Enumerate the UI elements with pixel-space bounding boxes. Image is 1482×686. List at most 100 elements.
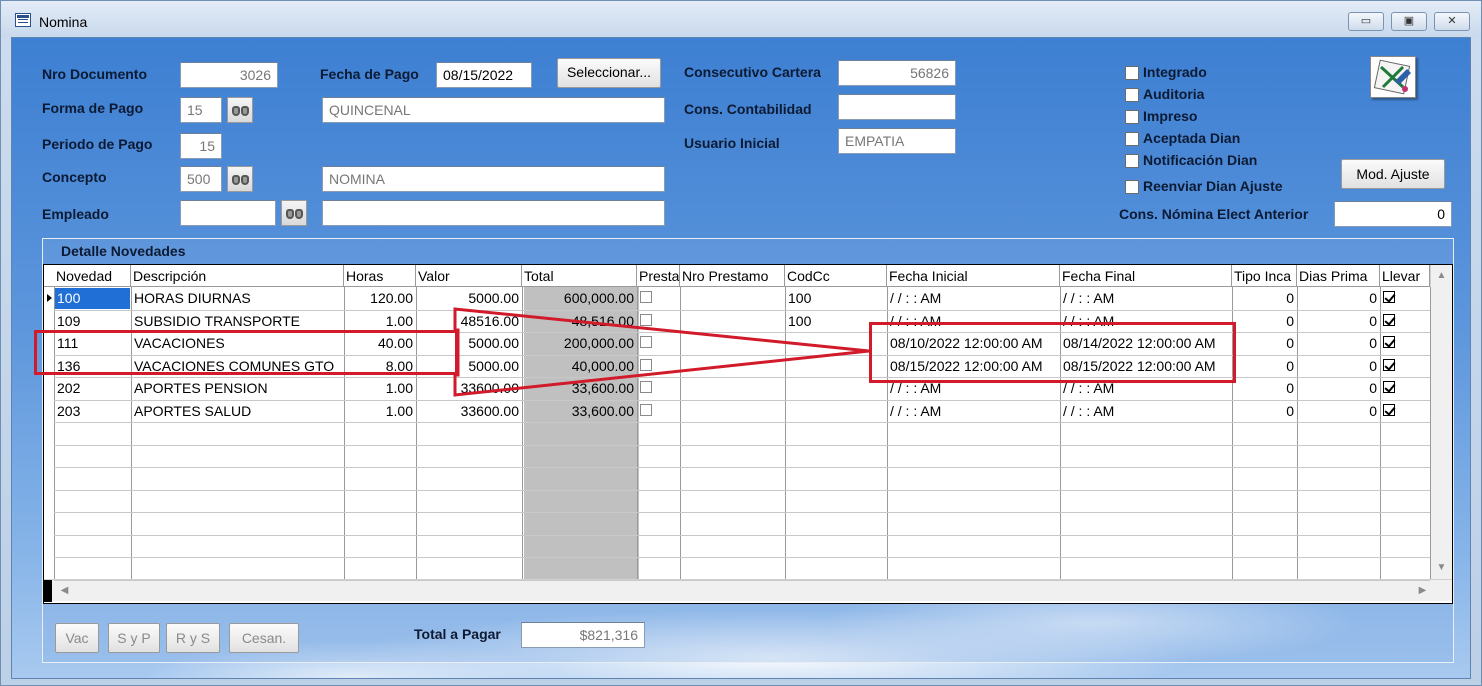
column-header-fecha-final[interactable]: Fecha Final <box>1060 265 1232 287</box>
cell-descripcion[interactable]: HORAS DIURNAS <box>131 287 344 310</box>
cell-valor[interactable]: 33600.00 <box>416 400 522 423</box>
empleado-code-field[interactable] <box>180 200 276 226</box>
vertical-scrollbar[interactable]: ▲ ▼ <box>1430 265 1452 579</box>
llevar-checkbox[interactable] <box>1383 291 1395 303</box>
column-header-codcc[interactable]: CodCc <box>785 265 887 287</box>
cell-tipo-inca[interactable]: 0 <box>1232 355 1297 378</box>
vac-button[interactable]: Vac <box>55 623 99 653</box>
cell-dias-prima[interactable]: 0 <box>1297 287 1380 310</box>
horizontal-scrollbar[interactable]: ◀ ▶ <box>44 579 1452 602</box>
close-button[interactable]: ✕ <box>1434 12 1470 31</box>
cell-novedad[interactable]: 100 <box>54 287 131 310</box>
cell-total[interactable]: 200,000.00 <box>522 332 637 355</box>
integrado-checkbox[interactable] <box>1125 66 1139 80</box>
cell-dias-prima[interactable]: 0 <box>1297 400 1380 423</box>
cell-descripcion[interactable]: APORTES PENSION <box>131 377 344 400</box>
concepto-name-field[interactable]: NOMINA <box>322 166 665 192</box>
column-header-dias-prima[interactable]: Dias Prima <box>1297 265 1380 287</box>
column-header-tipo-inca[interactable]: Tipo Inca <box>1232 265 1297 287</box>
cons-contabilidad-field[interactable] <box>838 94 956 120</box>
column-header-valor[interactable]: Valor <box>416 265 522 287</box>
cell-fecha-final[interactable]: / / : : AM <box>1060 287 1232 310</box>
empleado-name-field[interactable] <box>322 200 665 226</box>
scroll-left-icon[interactable]: ◀ <box>56 582 73 599</box>
presta-checkbox[interactable] <box>640 358 652 371</box>
cons-nomina-elect-field[interactable]: 0 <box>1334 201 1452 227</box>
cell-tipo-inca[interactable]: 0 <box>1232 332 1297 355</box>
llevar-checkbox[interactable] <box>1383 336 1395 348</box>
presta-checkbox[interactable] <box>640 313 652 326</box>
cell-dias-prima[interactable]: 0 <box>1297 310 1380 333</box>
cell-total[interactable]: 40,000.00 <box>522 355 637 378</box>
presta-checkbox[interactable] <box>640 336 652 348</box>
usuario-inicial-field[interactable]: EMPATIA <box>838 128 956 154</box>
binoculars-icon[interactable] <box>227 166 253 192</box>
periodo-pago-field[interactable]: 15 <box>180 133 222 159</box>
presta-checkbox[interactable] <box>640 403 652 416</box>
concepto-code-field[interactable]: 500 <box>180 166 222 192</box>
cell-horas[interactable]: 1.00 <box>344 400 416 423</box>
cell-total[interactable]: 33,600.00 <box>522 400 637 423</box>
cell-total[interactable]: 48,516.00 <box>522 310 637 333</box>
restore-button[interactable]: ▣ <box>1391 12 1427 31</box>
column-header-novedad[interactable]: Novedad <box>54 265 131 287</box>
column-header-nro-prestamo[interactable]: Nro Prestamo <box>680 265 785 287</box>
binoculars-icon[interactable] <box>227 97 253 123</box>
novedades-grid[interactable]: Novedad Descripción Horas Valor Total Presta N… <box>43 264 1453 604</box>
llevar-checkbox[interactable] <box>1383 358 1395 371</box>
cell-dias-prima[interactable]: 0 <box>1297 355 1380 378</box>
scroll-up-icon[interactable]: ▲ <box>1433 267 1450 284</box>
cell-horas[interactable]: 1.00 <box>344 377 416 400</box>
cell-dias-prima[interactable]: 0 <box>1297 332 1380 355</box>
cell-fecha-inicial[interactable]: / / : : AM <box>887 287 1060 310</box>
cell-codcc[interactable] <box>785 400 887 423</box>
impreso-checkbox[interactable] <box>1125 110 1139 124</box>
binoculars-icon[interactable] <box>281 200 307 226</box>
cell-tipo-inca[interactable]: 0 <box>1232 377 1297 400</box>
cell-fecha-inicial[interactable]: / / : : AM <box>887 400 1060 423</box>
column-header-fecha-inicial[interactable]: Fecha Inicial <box>887 265 1060 287</box>
cell-horas[interactable]: 120.00 <box>344 287 416 310</box>
cell-dias-prima[interactable]: 0 <box>1297 377 1380 400</box>
column-header-presta[interactable]: Presta <box>637 265 680 287</box>
cell-tipo-inca[interactable]: 0 <box>1232 400 1297 423</box>
aceptada-dian-checkbox[interactable] <box>1125 132 1139 146</box>
syp-button[interactable]: S y P <box>108 623 160 653</box>
cell-descripcion[interactable]: APORTES SALUD <box>131 400 344 423</box>
presta-checkbox[interactable] <box>640 381 652 393</box>
cesan-button[interactable]: Cesan. <box>229 623 299 653</box>
llevar-checkbox[interactable] <box>1383 381 1395 393</box>
column-header-descripci-n[interactable]: Descripción <box>131 265 344 287</box>
column-header-horas[interactable]: Horas <box>344 265 416 287</box>
cell-tipo-inca[interactable]: 0 <box>1232 310 1297 333</box>
cell-novedad[interactable]: 203 <box>54 400 131 423</box>
mod-ajuste-button[interactable]: Mod. Ajuste <box>1341 159 1445 189</box>
cell-valor[interactable]: 33600.00 <box>416 377 522 400</box>
edit-document-icon[interactable] <box>1370 56 1416 98</box>
llevar-checkbox[interactable] <box>1383 403 1395 416</box>
minimize-button[interactable]: ▭ <box>1348 12 1384 31</box>
column-header-llevar[interactable]: Llevar <box>1380 265 1430 287</box>
fecha-pago-field[interactable]: 08/15/2022 <box>436 62 532 88</box>
nro-documento-field[interactable]: 3026 <box>180 62 278 88</box>
total-pagar-field[interactable]: $821,316 <box>521 622 645 648</box>
forma-pago-code-field[interactable]: 15 <box>180 97 222 123</box>
scroll-down-icon[interactable]: ▼ <box>1433 559 1450 576</box>
reenviar-dian-checkbox[interactable] <box>1125 180 1139 194</box>
cell-novedad[interactable]: 202 <box>54 377 131 400</box>
cell-valor[interactable]: 5000.00 <box>416 287 522 310</box>
column-header-total[interactable]: Total <box>522 265 637 287</box>
consecutivo-cartera-field[interactable]: 56826 <box>838 60 956 86</box>
forma-pago-name-field[interactable]: QUINCENAL <box>322 97 665 123</box>
cell-descripcion[interactable]: SUBSIDIO TRANSPORTE <box>131 310 344 333</box>
cell-total[interactable]: 33,600.00 <box>522 377 637 400</box>
cell-valor[interactable]: 48516.00 <box>416 310 522 333</box>
presta-checkbox[interactable] <box>640 291 652 303</box>
cell-horas[interactable]: 1.00 <box>344 310 416 333</box>
cell-novedad[interactable]: 109 <box>54 310 131 333</box>
auditoria-checkbox[interactable] <box>1125 88 1139 102</box>
scroll-right-icon[interactable]: ▶ <box>1414 582 1431 599</box>
llevar-checkbox[interactable] <box>1383 313 1395 326</box>
notificacion-dian-checkbox[interactable] <box>1125 154 1139 168</box>
seleccionar-button[interactable]: Seleccionar... <box>557 58 661 88</box>
